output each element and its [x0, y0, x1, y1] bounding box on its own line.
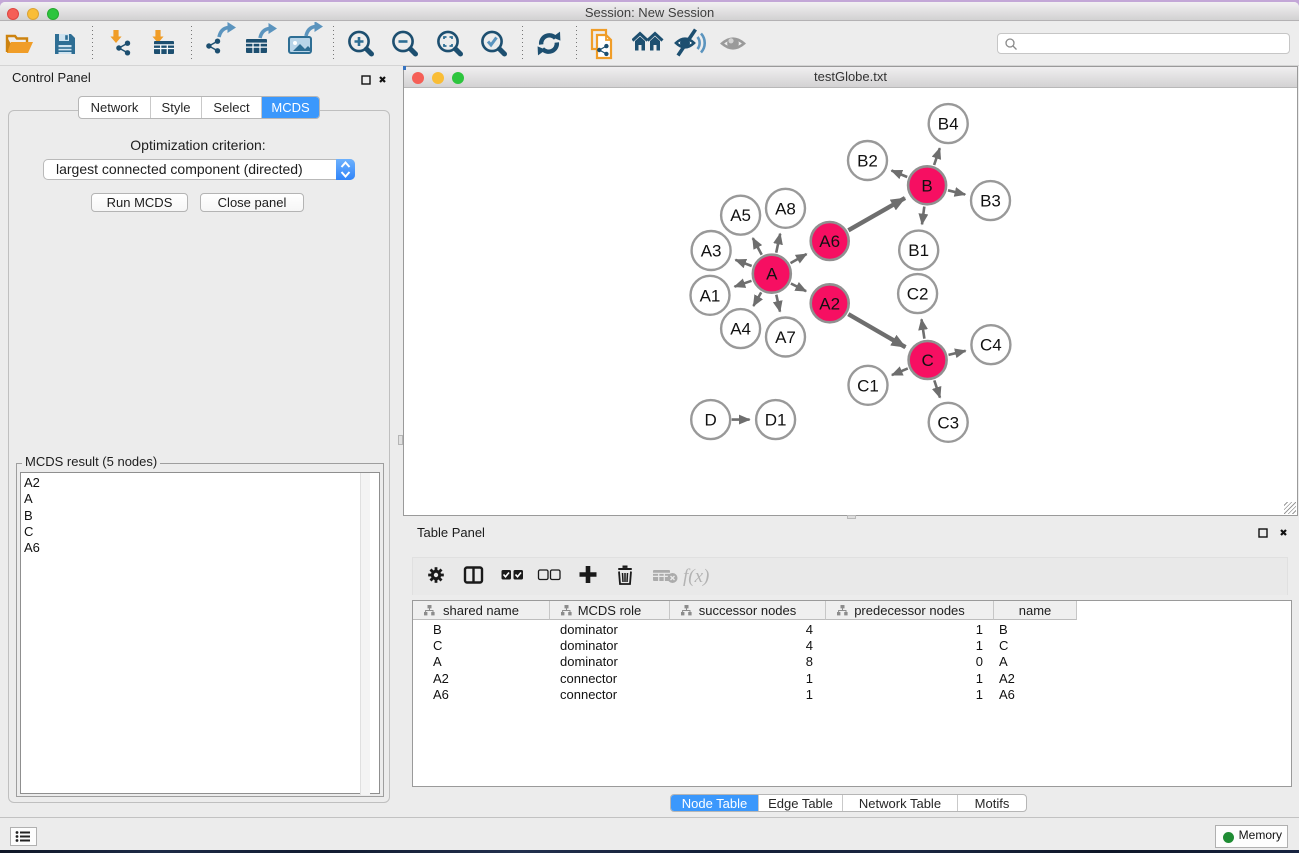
- svg-text:A8: A8: [775, 199, 796, 218]
- svg-text:C1: C1: [857, 376, 879, 395]
- svg-text:A: A: [766, 265, 778, 284]
- svg-text:A4: A4: [730, 320, 751, 339]
- svg-text:A1: A1: [700, 286, 721, 305]
- svg-text:B1: B1: [908, 241, 929, 260]
- svg-text:A6: A6: [819, 232, 840, 251]
- svg-text:A7: A7: [775, 328, 796, 347]
- svg-text:D: D: [705, 411, 717, 430]
- svg-text:B2: B2: [857, 152, 878, 171]
- svg-text:C2: C2: [907, 285, 929, 304]
- svg-text:A5: A5: [730, 206, 751, 225]
- svg-text:C4: C4: [980, 336, 1002, 355]
- svg-text:B4: B4: [938, 115, 959, 134]
- svg-text:C: C: [921, 351, 933, 370]
- svg-text:A2: A2: [819, 294, 840, 313]
- svg-text:A3: A3: [701, 242, 722, 261]
- svg-text:B3: B3: [980, 192, 1001, 211]
- svg-text:B: B: [921, 176, 932, 195]
- svg-text:C3: C3: [937, 413, 959, 432]
- svg-text:D1: D1: [765, 411, 787, 430]
